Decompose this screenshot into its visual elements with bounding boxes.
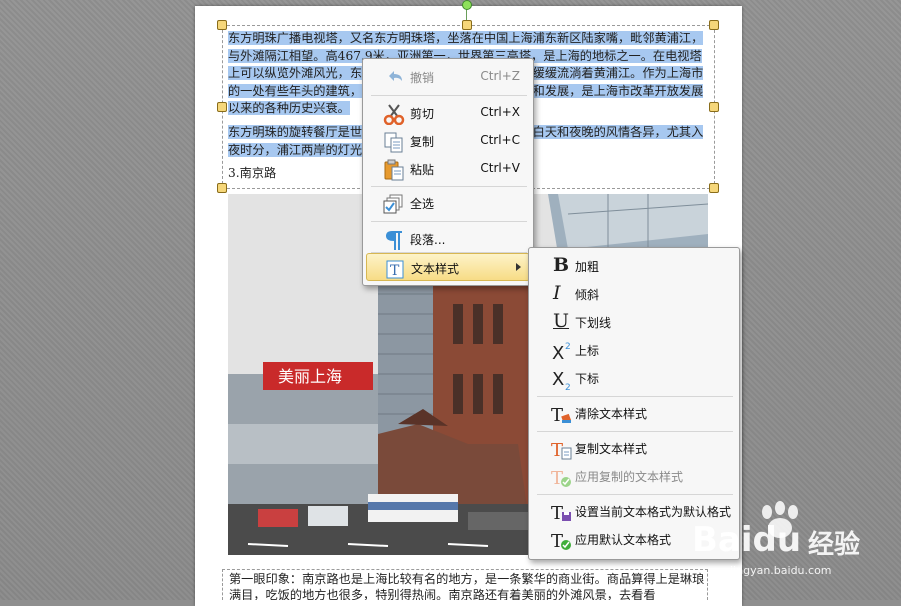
- menu-item-label: 段落...: [410, 233, 446, 247]
- resize-handle-left[interactable]: [217, 102, 227, 112]
- scissors-icon: [383, 103, 405, 126]
- submenu-item-apply-copied-style[interactable]: T 应用复制的文本样式: [532, 462, 736, 490]
- apply-default-format-icon: T: [551, 529, 573, 552]
- svg-text:2: 2: [565, 383, 571, 390]
- resize-handle-top-left[interactable]: [217, 20, 227, 30]
- rotation-handle[interactable]: [462, 0, 472, 10]
- italic-icon: I: [553, 282, 561, 304]
- undo-icon: [383, 67, 405, 89]
- submenu-item-bold[interactable]: B 加粗: [532, 252, 736, 280]
- resize-handle-bottom-left[interactable]: [217, 183, 227, 193]
- menu-item-shortcut: Ctrl+X: [480, 105, 520, 119]
- menu-item-select-all[interactable]: 全选: [366, 189, 530, 217]
- submenu-item-label: 应用默认文本格式: [575, 533, 672, 547]
- copy-style-icon: T: [551, 438, 573, 461]
- bold-icon: B: [553, 254, 570, 276]
- svg-text:X: X: [552, 369, 564, 390]
- menu-item-paste[interactable]: 粘贴 Ctrl+V: [366, 155, 530, 183]
- svg-text:T: T: [551, 503, 563, 523]
- submenu-item-label: 复制文本样式: [575, 442, 648, 456]
- menu-item-label: 复制: [410, 135, 435, 149]
- clear-style-icon: T: [551, 403, 573, 426]
- watermark-brand: Baidu: [692, 520, 802, 560]
- menu-separator: [371, 95, 527, 96]
- watermark-brand-cn: 经验: [808, 530, 861, 560]
- svg-text:T: T: [551, 468, 563, 488]
- baidu-jingyan-watermark: Baidu 经验 jingyan.baidu.com: [690, 496, 895, 586]
- menu-item-paragraph[interactable]: 段落...: [366, 225, 530, 253]
- submenu-item-clear-style[interactable]: T 清除文本样式: [532, 399, 736, 427]
- menu-item-cut[interactable]: 剪切 Ctrl+X: [366, 99, 530, 127]
- resize-handle-top-right[interactable]: [709, 20, 719, 30]
- watermark-url: jingyan.baidu.com: [730, 564, 832, 577]
- submenu-arrow-icon: [516, 263, 521, 271]
- menu-separator: [537, 431, 733, 432]
- select-all-icon: [383, 193, 405, 215]
- menu-separator: [537, 494, 733, 495]
- resize-handle-right[interactable]: [709, 102, 719, 112]
- paragraph-icon: [383, 229, 405, 251]
- subscript-icon: X2: [551, 368, 573, 393]
- menu-separator: [371, 186, 527, 187]
- submenu-item-label: 倾斜: [575, 288, 600, 302]
- menu-item-label: 剪切: [410, 107, 435, 121]
- context-menu[interactable]: 撤销 Ctrl+Z 剪切 Ctrl+X 复制 Ctrl+C 粘贴 Ctrl+V …: [362, 58, 534, 286]
- submenu-item-underline[interactable]: U 下划线: [532, 308, 736, 336]
- submenu-item-superscript[interactable]: X2 上标: [532, 336, 736, 364]
- menu-item-text-style[interactable]: T 文本样式: [366, 253, 530, 281]
- apply-copied-style-icon: T: [551, 466, 573, 489]
- submenu-item-label: 清除文本样式: [575, 407, 648, 421]
- menu-item-copy[interactable]: 复制 Ctrl+C: [366, 127, 530, 155]
- submenu-item-label: 应用复制的文本样式: [575, 470, 684, 484]
- menu-item-label: 粘贴: [410, 163, 435, 177]
- svg-text:X: X: [552, 343, 564, 362]
- superscript-icon: X2: [551, 340, 573, 364]
- submenu-item-label: 下标: [575, 372, 600, 386]
- resize-handle-bottom-right[interactable]: [709, 183, 719, 193]
- menu-separator: [371, 221, 527, 222]
- bottom-paragraph[interactable]: 第一眼印象：南京路也是上海比较有名的地方，是一条繁华的商业街。商品算得上是琳琅满…: [222, 569, 708, 600]
- menu-item-label: 全选: [410, 197, 435, 211]
- submenu-item-subscript[interactable]: X2 下标: [532, 364, 736, 393]
- copy-icon: [383, 131, 405, 153]
- paste-icon: [383, 159, 405, 181]
- text-style-icon: T: [384, 258, 406, 280]
- submenu-item-label: 加粗: [575, 260, 600, 274]
- svg-text:T: T: [551, 531, 563, 551]
- svg-text:T: T: [390, 263, 400, 279]
- submenu-item-label: 上标: [575, 344, 600, 358]
- menu-item-undo[interactable]: 撤销 Ctrl+Z: [366, 63, 530, 91]
- resize-handle-top[interactable]: [462, 20, 472, 30]
- svg-text:T: T: [551, 405, 563, 425]
- menu-separator: [537, 396, 733, 397]
- set-default-format-icon: T: [551, 501, 573, 524]
- billboard-sign: 美丽上海: [278, 367, 342, 386]
- menu-item-shortcut: Ctrl+Z: [480, 69, 520, 83]
- menu-item-label: 撤销: [410, 71, 435, 85]
- menu-item-label: 文本样式: [411, 262, 460, 276]
- menu-item-shortcut: Ctrl+V: [480, 161, 520, 175]
- svg-text:T: T: [551, 440, 563, 460]
- submenu-item-label: 下划线: [575, 316, 612, 330]
- underline-icon: U: [553, 310, 570, 332]
- submenu-item-italic[interactable]: I 倾斜: [532, 280, 736, 308]
- submenu-item-copy-style[interactable]: T 复制文本样式: [532, 434, 736, 462]
- menu-item-shortcut: Ctrl+C: [480, 133, 520, 147]
- svg-text:2: 2: [565, 342, 571, 352]
